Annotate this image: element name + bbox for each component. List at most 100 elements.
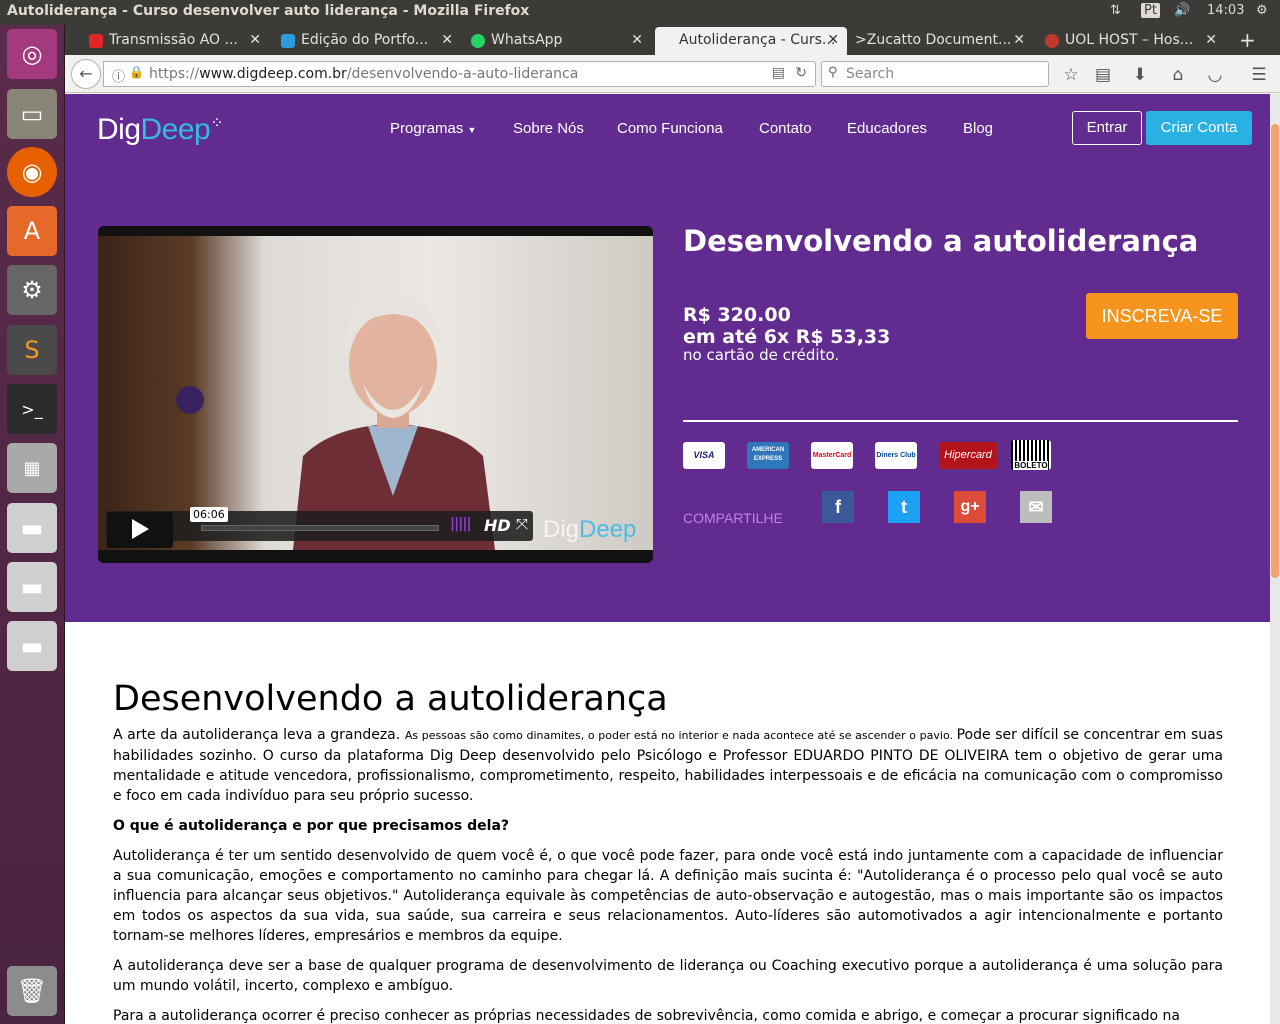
close-tab-icon[interactable]: ✕ xyxy=(827,32,839,48)
mastercard-icon: MasterCard xyxy=(811,442,853,469)
ubuntu-dash-icon[interactable]: ◎ xyxy=(7,29,57,79)
tab-autolideranca[interactable]: Autoliderança - Curs... ✕ xyxy=(655,27,847,55)
portfolio-icon xyxy=(281,34,295,48)
site-header: DigDeep⁘ Programas ▼ Sobre Nós Como Func… xyxy=(65,94,1270,164)
pocket-icon[interactable]: ◡ xyxy=(1203,63,1227,87)
instructor-image xyxy=(293,294,495,550)
url-bar[interactable]: ⓘ 🔒 https://www.digdeep.com.br/desenvolv… xyxy=(103,61,816,87)
settings-gear-icon[interactable]: ⚙ xyxy=(1256,3,1268,18)
login-button[interactable]: Entrar xyxy=(1072,111,1142,145)
video-player[interactable]: 06:06 ||||| HD ⤧ DigDeep xyxy=(98,226,653,563)
decor-sphere xyxy=(176,386,204,414)
drive-icon[interactable]: ▬ xyxy=(7,503,57,553)
signup-button[interactable]: Criar Conta xyxy=(1146,111,1252,145)
new-tab-button[interactable]: + xyxy=(1233,27,1263,55)
fullscreen-icon[interactable]: ⤧ xyxy=(516,515,528,533)
system-settings-icon[interactable]: ⚙ xyxy=(7,265,57,315)
menu-blog[interactable]: Blog xyxy=(963,120,993,137)
search-placeholder: Search xyxy=(846,66,895,82)
scrollbar-thumb[interactable] xyxy=(1271,124,1279,578)
tab-uol-host[interactable]: UOL HOST – Hos... ✕ xyxy=(1041,27,1225,55)
course-hero: 06:06 ||||| HD ⤧ DigDeep Desenvolvendo a… xyxy=(65,164,1270,622)
facebook-icon[interactable]: f xyxy=(822,491,854,523)
system-top-panel: Autoliderança - Curso desenvolver auto l… xyxy=(0,0,1280,25)
tab-strip: Transmissão AO ... ✕ Edição do Portfo...… xyxy=(65,25,1280,55)
tab-label: >Zucatto Document... xyxy=(855,32,1012,48)
tab-label: Transmissão AO ... xyxy=(109,32,238,48)
tab-label: WhatsApp xyxy=(491,32,563,48)
play-icon xyxy=(132,519,149,539)
info-icon[interactable]: ⓘ xyxy=(112,66,125,85)
email-icon[interactable]: ✉ xyxy=(1020,491,1052,523)
bookmarks-list-icon[interactable]: ▤ xyxy=(1091,63,1115,87)
video-frame[interactable] xyxy=(98,236,653,550)
hd-toggle[interactable]: HD xyxy=(484,516,511,535)
intro-paragraph: A arte da autoliderança leva a grandeza.… xyxy=(113,725,1223,806)
logo-deep: Deep xyxy=(140,113,211,146)
close-tab-icon[interactable]: ✕ xyxy=(1205,32,1217,48)
logo-dig: Dig xyxy=(97,113,141,146)
amex-icon: AMERICAN EXPRESS xyxy=(747,442,789,469)
visa-icon: VISA xyxy=(683,442,725,469)
url-path: /desenvolvendo-a-auto-lideranca xyxy=(346,66,579,82)
clock[interactable]: 14:03 xyxy=(1207,3,1244,18)
software-center-icon[interactable]: A xyxy=(7,206,57,256)
twitter-icon[interactable]: t xyxy=(888,491,920,523)
whatsapp-icon xyxy=(471,34,485,48)
share-label: COMPARTILHE xyxy=(683,510,783,526)
close-tab-icon[interactable]: ✕ xyxy=(249,32,261,48)
enroll-button[interactable]: INSCREVA-SE xyxy=(1086,293,1238,339)
menu-programas[interactable]: Programas ▼ xyxy=(390,120,476,137)
menu-icon[interactable]: ☰ xyxy=(1247,63,1271,87)
course-title: Desenvolvendo a autoliderança xyxy=(683,224,1199,258)
unity-launcher: ◎ ▭ ◉ A ⚙ S >_ ▦ ▬ ▬ ▬ 🗑 xyxy=(0,25,65,1024)
tab-label: UOL HOST – Hos... xyxy=(1065,32,1194,48)
hipercard-icon: Hipercard xyxy=(939,442,997,469)
close-tab-icon[interactable]: ✕ xyxy=(441,32,453,48)
tab-transmissao[interactable]: Transmissão AO ... ✕ xyxy=(85,27,269,55)
url-host: www.digdeep.com.br xyxy=(199,66,347,82)
digdeep-logo[interactable]: DigDeep⁘ xyxy=(97,113,224,147)
play-button[interactable] xyxy=(107,512,173,548)
tab-edicao-portfolio[interactable]: Edição do Portfo... ✕ xyxy=(277,27,461,55)
network-icon[interactable]: ⇅ xyxy=(1110,3,1121,18)
watermark-deep: Deep xyxy=(579,516,637,543)
search-bar[interactable]: ⚲ Search xyxy=(821,61,1049,87)
files-icon[interactable]: ▭ xyxy=(7,89,57,139)
installments: em até 6x R$ 53,33 xyxy=(683,326,891,348)
volume-bars-icon[interactable]: ||||| xyxy=(450,516,472,532)
calculator-icon[interactable]: ▦ xyxy=(7,443,57,493)
uol-icon xyxy=(1045,34,1059,48)
trash-icon[interactable]: 🗑 xyxy=(7,966,57,1016)
page-content: DigDeep⁘ Programas ▼ Sobre Nós Como Func… xyxy=(65,94,1280,1024)
tab-whatsapp[interactable]: WhatsApp ✕ xyxy=(467,27,651,55)
menu-educadores[interactable]: Educadores xyxy=(847,120,927,137)
close-tab-icon[interactable]: ✕ xyxy=(631,32,643,48)
progress-track[interactable] xyxy=(201,525,439,531)
keyboard-layout-indicator[interactable]: Pt xyxy=(1141,3,1160,18)
volume-icon[interactable]: 🔊 xyxy=(1174,3,1190,18)
sublime-text-icon[interactable]: S xyxy=(7,325,57,375)
terminal-icon[interactable]: >_ xyxy=(7,384,57,434)
firefox-icon[interactable]: ◉ xyxy=(7,147,57,197)
diners-icon: Diners Club xyxy=(875,442,917,469)
bookmark-star-icon[interactable]: ☆ xyxy=(1059,63,1083,87)
boleto-label: BOLETO xyxy=(1014,461,1048,470)
drive-icon[interactable]: ▬ xyxy=(7,621,57,671)
back-button[interactable]: ← xyxy=(71,59,101,89)
menu-sobre-nos[interactable]: Sobre Nós xyxy=(513,120,584,137)
window-title: Autoliderança - Curso desenvolver auto l… xyxy=(7,3,530,19)
home-icon[interactable]: ⌂ xyxy=(1166,63,1190,87)
reader-view-icon[interactable]: ▤ xyxy=(772,65,785,81)
drive-icon[interactable]: ▬ xyxy=(7,562,57,612)
lock-icon: 🔒 xyxy=(129,65,144,79)
intro-quote: As pessoas são como dinamites, o poder e… xyxy=(404,729,957,742)
downloads-icon[interactable]: ⬇ xyxy=(1128,63,1152,87)
google-plus-icon[interactable]: g+ xyxy=(954,491,986,523)
close-tab-icon[interactable]: ✕ xyxy=(1013,32,1025,48)
reload-icon[interactable]: ↻ xyxy=(795,65,807,81)
tab-zucatto[interactable]: >Zucatto Document... ✕ xyxy=(849,27,1033,55)
menu-label: Programas xyxy=(390,120,464,137)
menu-como-funciona[interactable]: Como Funciona xyxy=(617,120,723,137)
menu-contato[interactable]: Contato xyxy=(759,120,812,137)
